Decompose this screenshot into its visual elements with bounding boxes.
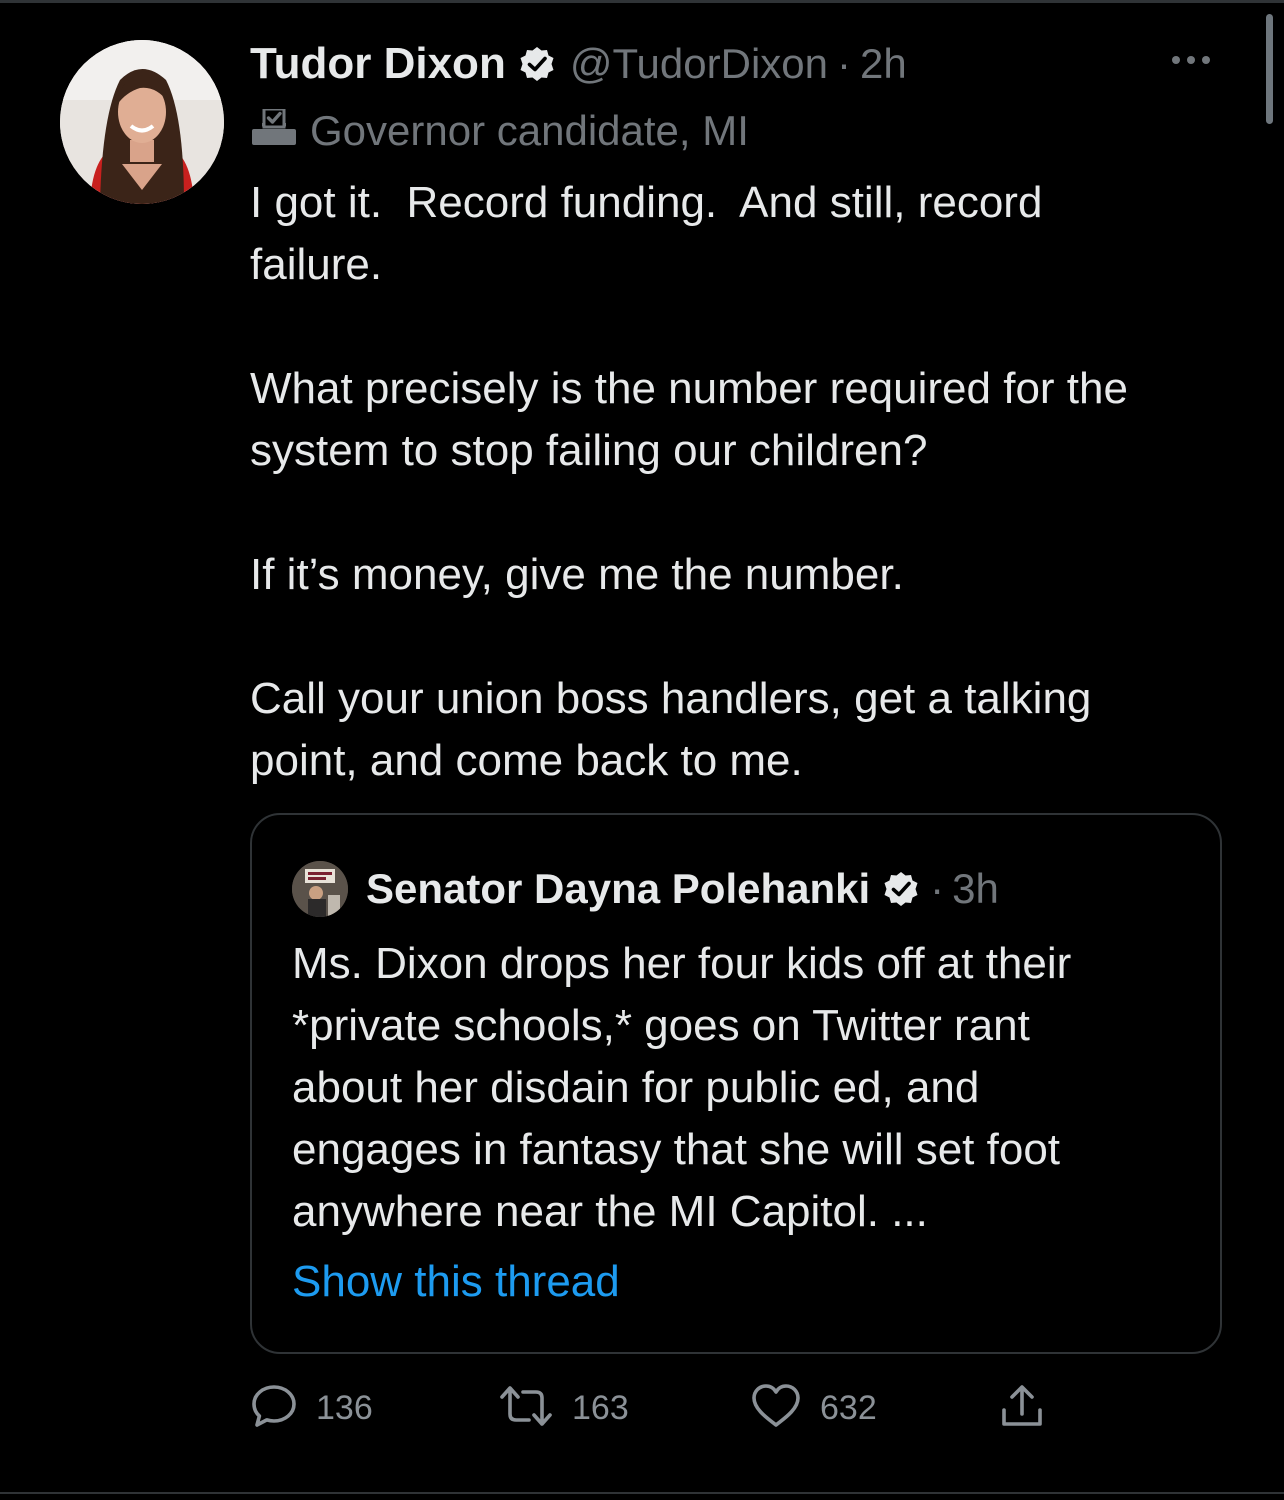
quoted-tweet-time[interactable]: 3h [952,865,999,913]
tweet-time[interactable]: 2h [860,40,907,88]
heart-icon [750,1382,802,1435]
author-avatar[interactable] [60,40,224,204]
ballot-box-icon [250,107,298,154]
account-label[interactable]: Governor candidate, MI [310,107,749,155]
quoted-author-avatar [292,861,348,917]
reply-button[interactable]: 136 [250,1378,373,1438]
quoted-author-name[interactable]: Senator Dayna Polehanki [366,865,870,913]
quoted-tweet-text: Ms. Dixon drops her four kids off at the… [292,939,1072,1236]
author-name[interactable]: Tudor Dixon [250,39,506,89]
quoted-meta-separator: · [930,865,945,912]
like-count: 632 [820,1388,877,1427]
retweet-button[interactable]: 163 [498,1378,629,1438]
scrollbar-thumb[interactable] [1266,14,1273,124]
retweet-icon [498,1382,554,1435]
meta-separator: · [837,40,852,87]
tweet-actions: 136 163 632 [250,1378,1150,1438]
show-thread-link[interactable]: Show this thread [292,1257,620,1307]
reply-icon [250,1382,298,1435]
quoted-verified-badge-icon [882,870,920,908]
retweet-count: 163 [572,1388,629,1427]
verified-badge-icon [518,45,556,83]
reply-count: 136 [316,1388,373,1427]
tweet-text: I got it. Record funding. And still, rec… [250,178,1128,785]
bottom-divider [0,1492,1284,1494]
author-handle[interactable]: @TudorDixon [570,40,828,88]
more-options-icon[interactable] [1172,48,1222,72]
quoted-tweet-card[interactable]: Senator Dayna Polehanki · 3h Ms. Dixon d… [250,813,1222,1354]
like-button[interactable]: 632 [750,1378,877,1438]
share-button[interactable] [998,1378,1046,1438]
top-divider [0,0,1284,3]
share-icon [998,1382,1046,1435]
